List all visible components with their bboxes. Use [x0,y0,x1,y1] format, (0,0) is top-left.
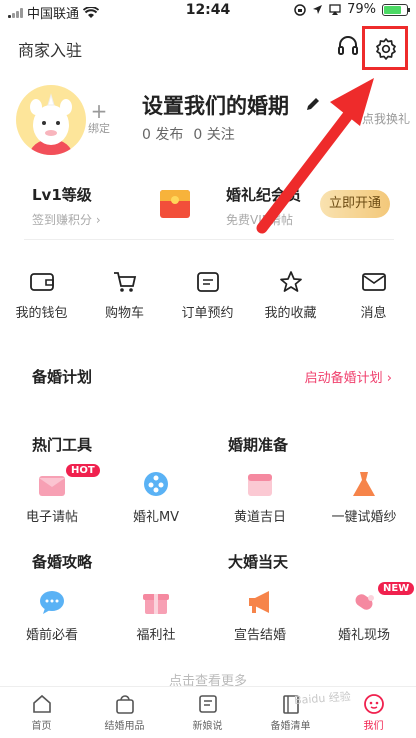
tools-row-1: HOT 电子请帖 婚礼MV 黄道吉日 一键试婚纱 [0,464,416,525]
profile-icon [363,694,384,714]
chat-bubble-icon [40,591,64,614]
tab-wedding-goods[interactable]: 结婚用品 [83,687,166,738]
bottom-tab-bar: 首页 结婚用品 新娘说 备婚清单 我们 [0,686,416,738]
edit-pencil-icon[interactable] [305,96,321,112]
section-hot-tools: 热门工具 [32,436,93,454]
quick-link-wallet[interactable]: 我的钱包 [0,270,83,330]
profile-header: + 绑定 设置我们的婚期 0 发布 0 关注 点我换礼 [0,82,416,172]
tool-label: 福利社 [136,628,176,643]
quick-link-label: 订单预约 [181,306,234,321]
location-icon [313,5,323,14]
tab-label: 结婚用品 [104,721,145,732]
tab-home[interactable]: 首页 [0,687,83,738]
wallet-icon [29,273,54,291]
membership-cards: Lv1等级 签到赚积分 › 婚礼纪会员 免费VIP请帖 立即开通 [24,180,394,240]
bind-partner-button[interactable]: + 绑定 [86,99,112,136]
hot-badge: HOT [66,464,100,477]
tool-label: 宣告结婚 [233,628,286,643]
tool-lucky-day[interactable]: 黄道吉日 [208,470,312,525]
tool-announce[interactable]: 宣告结婚 [208,588,312,643]
status-bar: 中国联通 12:44 79% [0,0,416,22]
start-plan-link[interactable]: 启动备婚计划 › [305,367,392,386]
quick-link-label: 我的收藏 [264,306,317,321]
battery-icon [382,3,410,16]
tool-wedding-mv[interactable]: 婚礼MV [104,470,208,525]
section-wedding-day: 大婚当天 [228,553,289,571]
posts-count[interactable]: 0 发布 [142,124,183,144]
tab-label: 我们 [363,721,384,732]
tool-welfare[interactable]: 福利社 [104,588,208,643]
tool-invitation[interactable]: HOT 电子请帖 [0,464,104,525]
tool-label: 黄道吉日 [233,510,286,525]
airplay-icon [329,3,341,15]
vip-subtitle: 免费VIP请帖 [226,213,293,227]
level-subtitle: 签到赚积分 › [32,213,101,227]
headset-icon[interactable] [336,34,360,58]
battery-percent: 79% [347,2,376,17]
level-title: Lv1等级 [32,186,92,204]
gift-box-icon [143,594,169,614]
tab-label: 备婚清单 [270,721,311,732]
bind-label: 绑定 [88,122,110,135]
megaphone-icon [249,591,269,613]
tools-row-2: 婚前必看 福利社 宣告结婚 NEW 婚礼现场 [0,582,416,643]
tool-label: 婚礼MV [132,510,180,525]
invitation-icon [39,476,65,496]
profile-stats: 0 发布 0 关注 [142,124,235,144]
tool-label: 电子请帖 [25,510,78,525]
wedding-date-title[interactable]: 设置我们的婚期 [142,90,289,120]
tool-must-read[interactable]: 婚前必看 [0,588,104,643]
lock-rotation-icon [294,3,306,16]
tool-try-dress[interactable]: 一键试婚纱 [312,470,416,525]
tab-bride-says[interactable]: 新娘说 [166,687,249,738]
new-badge: NEW [378,582,415,595]
film-reel-icon [144,472,168,496]
rhino-mascot-icon [29,93,73,155]
candy-icon [355,594,374,610]
star-icon [279,271,302,292]
quick-link-cart[interactable]: 购物车 [83,270,166,330]
level-card[interactable]: Lv1等级 签到赚积分 › [32,184,101,228]
merchant-entry-link[interactable]: 商家入驻 [18,37,82,61]
vip-open-button[interactable]: 立即开通 [320,190,390,218]
home-icon [32,694,51,713]
wedding-plan-row: 备婚计划 启动备婚计划 › [32,366,392,396]
tool-wedding-scene[interactable]: NEW 婚礼现场 [312,582,416,643]
cart-icon [113,272,136,292]
quick-link-label: 购物车 [104,306,144,321]
vip-card[interactable]: 婚礼纪会员 免费VIP请帖 [226,184,301,228]
tab-label: 新娘说 [192,721,223,732]
quick-link-favorites[interactable]: 我的收藏 [249,270,332,330]
quick-links: 我的钱包 购物车 订单预约 我的收藏 消息 [0,270,416,330]
section-guide: 备婚攻略 [32,553,93,571]
message-icon [361,273,386,291]
quick-link-label: 消息 [360,306,387,321]
avatar[interactable] [16,85,86,155]
dress-icon [353,472,375,496]
vip-title: 婚礼纪会员 [226,186,302,204]
shopping-bag-icon [115,695,134,714]
settings-gear-icon[interactable] [374,37,398,61]
tool-label: 婚礼现场 [337,628,390,643]
settings-highlight-box [362,26,408,70]
order-icon [196,272,219,292]
quick-link-orders[interactable]: 订单预约 [166,270,249,330]
note-icon [198,695,217,713]
calendar-icon [248,474,272,496]
quick-link-messages[interactable]: 消息 [332,270,415,330]
section-prep: 婚期准备 [228,436,289,454]
swap-gift-link[interactable]: 点我换礼 [362,110,410,127]
tool-label: 婚前必看 [25,628,78,643]
top-bar: 商家入驻 [0,26,416,70]
tab-label: 首页 [31,721,52,732]
red-envelope-icon [160,190,190,218]
following-count[interactable]: 0 关注 [193,124,234,144]
quick-link-label: 我的钱包 [15,306,68,321]
tool-label: 一键试婚纱 [331,510,397,525]
plus-icon: + [90,99,108,123]
